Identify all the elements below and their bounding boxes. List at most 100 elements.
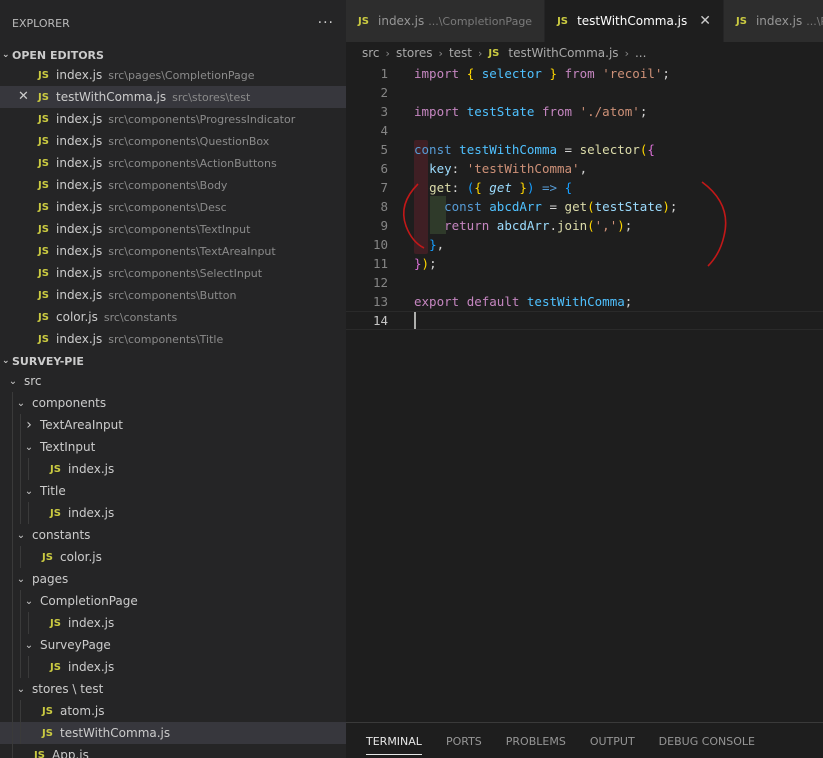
open-editor-item[interactable]: JS index.js src\components\Title [0, 328, 346, 350]
tree-file-item[interactable]: JS index.js [0, 458, 346, 480]
open-editors-header[interactable]: ⌄ OPEN EDITORS [0, 46, 346, 64]
open-editor-item[interactable]: JS index.js src\components\Desc [0, 196, 346, 218]
editor-tab[interactable]: JS testWithComma.js ✕ [545, 0, 724, 42]
breadcrumb-segment[interactable]: testWithComma.js [508, 46, 618, 60]
code-text: import { selector } from 'recoil'; [414, 66, 670, 81]
indent-guide [28, 502, 29, 524]
tree-folder-item[interactable]: ⌄ src [0, 370, 346, 392]
code-line: 9 return abcdArr.join(','); [346, 216, 823, 235]
open-editor-item[interactable]: JS index.js src\components\Body [0, 174, 346, 196]
breadcrumb-segment[interactable]: test [449, 46, 472, 60]
tree-item-label: CompletionPage [40, 594, 138, 608]
open-editor-item[interactable]: JS index.js src\components\TextInput [0, 218, 346, 240]
open-editor-item[interactable]: JS index.js src\components\QuestionBox [0, 130, 346, 152]
indent-guide [12, 634, 13, 656]
code-token: ; [429, 256, 437, 271]
code-token: return [444, 218, 490, 233]
indent-guide [20, 634, 21, 656]
tree-folder-item[interactable]: ⌄ SurveyPage [0, 634, 346, 656]
tree-folder-item[interactable]: › TextAreaInput [0, 414, 346, 436]
indent-guide [12, 502, 13, 524]
chevron-down-icon: ⌄ [24, 595, 34, 607]
open-editor-item[interactable]: JS index.js src\pages\CompletionPage [0, 64, 346, 86]
project-header[interactable]: ⌄ SURVEY-PIE [0, 352, 346, 370]
open-editor-path: src\components\ActionButtons [108, 156, 277, 170]
tree-folder-item[interactable]: ⌄ TextInput [0, 436, 346, 458]
open-editor-filename: index.js [56, 134, 103, 148]
open-editor-item[interactable]: JS index.js src\components\ActionButtons [0, 152, 346, 174]
tree-folder-item[interactable]: ⌄ components [0, 392, 346, 414]
line-number: 9 [380, 218, 388, 233]
indent-guide [12, 546, 13, 568]
panel-tab-problems[interactable]: PROBLEMS [506, 727, 566, 754]
more-actions-icon[interactable]: ··· [318, 15, 334, 31]
close-icon[interactable]: ✕ [18, 89, 29, 104]
tree-file-item[interactable]: JS index.js [0, 502, 346, 524]
tree-item-label: color.js [60, 550, 102, 564]
tree-file-item[interactable]: JS App.js [0, 744, 346, 758]
line-number: 13 [372, 294, 388, 309]
code-token: key [429, 161, 452, 176]
open-editor-item[interactable]: ✕ JS testWithComma.js src\stores\test [0, 86, 346, 108]
line-number: 5 [380, 142, 388, 157]
open-editor-filename: index.js [56, 222, 103, 236]
code-text: return abcdArr.join(','); [414, 218, 632, 233]
breadcrumb-segment[interactable]: stores [396, 46, 433, 60]
tree-folder-item[interactable]: ⌄ Title [0, 480, 346, 502]
panel-tab-ports[interactable]: PORTS [446, 727, 482, 754]
tree-item-label: index.js [68, 462, 115, 476]
open-editor-item[interactable]: JS index.js src\components\ProgressIndicat… [0, 108, 346, 130]
panel-tab-debug-console[interactable]: DEBUG CONSOLE [659, 727, 755, 754]
open-editor-filename: index.js [56, 156, 103, 170]
breadcrumb-segment[interactable]: ... [635, 46, 646, 60]
close-icon[interactable]: ✕ [699, 13, 711, 29]
line-number: 3 [380, 104, 388, 119]
code-line: 13 export default testWithComma; [346, 292, 823, 311]
code-token: : [451, 180, 467, 195]
open-editor-filename: color.js [56, 310, 98, 324]
code-token: ; [662, 66, 670, 81]
code-token: { [474, 180, 482, 195]
tree-item-label: pages [32, 572, 69, 586]
tree-folder-item[interactable]: ⌄ CompletionPage [0, 590, 346, 612]
tree-file-item[interactable]: JS color.js [0, 546, 346, 568]
tree-file-item[interactable]: JS index.js [0, 656, 346, 678]
open-editor-path: src\pages\CompletionPage [108, 68, 255, 82]
open-editor-filename: index.js [56, 332, 103, 346]
breadcrumb-segment[interactable]: src [362, 46, 380, 60]
open-editor-path: src\constants [103, 310, 178, 324]
tree-file-item[interactable]: JS index.js [0, 612, 346, 634]
panel-tab-output[interactable]: OUTPUT [590, 727, 635, 754]
editor-tab[interactable]: JS index.js...\Pr [723, 0, 823, 42]
code-token: ; [624, 294, 633, 309]
open-editor-item[interactable]: JS index.js src\components\SelectInput [0, 262, 346, 284]
tree-file-item[interactable]: JS testWithComma.js [0, 722, 346, 744]
code-token: testWithComma [459, 142, 558, 157]
code-line: 7 get: ({ get }) => { [346, 178, 823, 197]
tree-item-label: index.js [68, 660, 115, 674]
editor-tab[interactable]: JS index.js ...\CompletionPage [346, 0, 546, 42]
code-text: const testWithComma = selector({ [414, 142, 655, 157]
line-number: 2 [380, 85, 388, 100]
tree-folder-item[interactable]: ⌄ stores \ test [0, 678, 346, 700]
open-editor-path: src\components\Title [108, 332, 224, 346]
open-editor-item[interactable]: JS index.js src\components\TextAreaInput [0, 240, 346, 262]
tree-folder-item[interactable]: ⌄ constants [0, 524, 346, 546]
tree-folder-item[interactable]: ⌄ pages [0, 568, 346, 590]
code-editor[interactable]: 1 import { selector } from 'recoil'; 2 3 imp… [346, 64, 823, 722]
tree-file-item[interactable]: JS atom.js [0, 700, 346, 722]
open-editor-item[interactable]: JS color.js src\constants [0, 306, 346, 328]
project-title: SURVEY-PIE [12, 354, 84, 368]
code-token: => [542, 180, 558, 195]
code-token: 'testWithComma' [466, 161, 580, 176]
panel-tab-terminal[interactable]: TERMINAL [366, 727, 422, 755]
open-editor-item[interactable]: JS index.js src\components\Button [0, 284, 346, 306]
code-token: } [414, 256, 422, 271]
